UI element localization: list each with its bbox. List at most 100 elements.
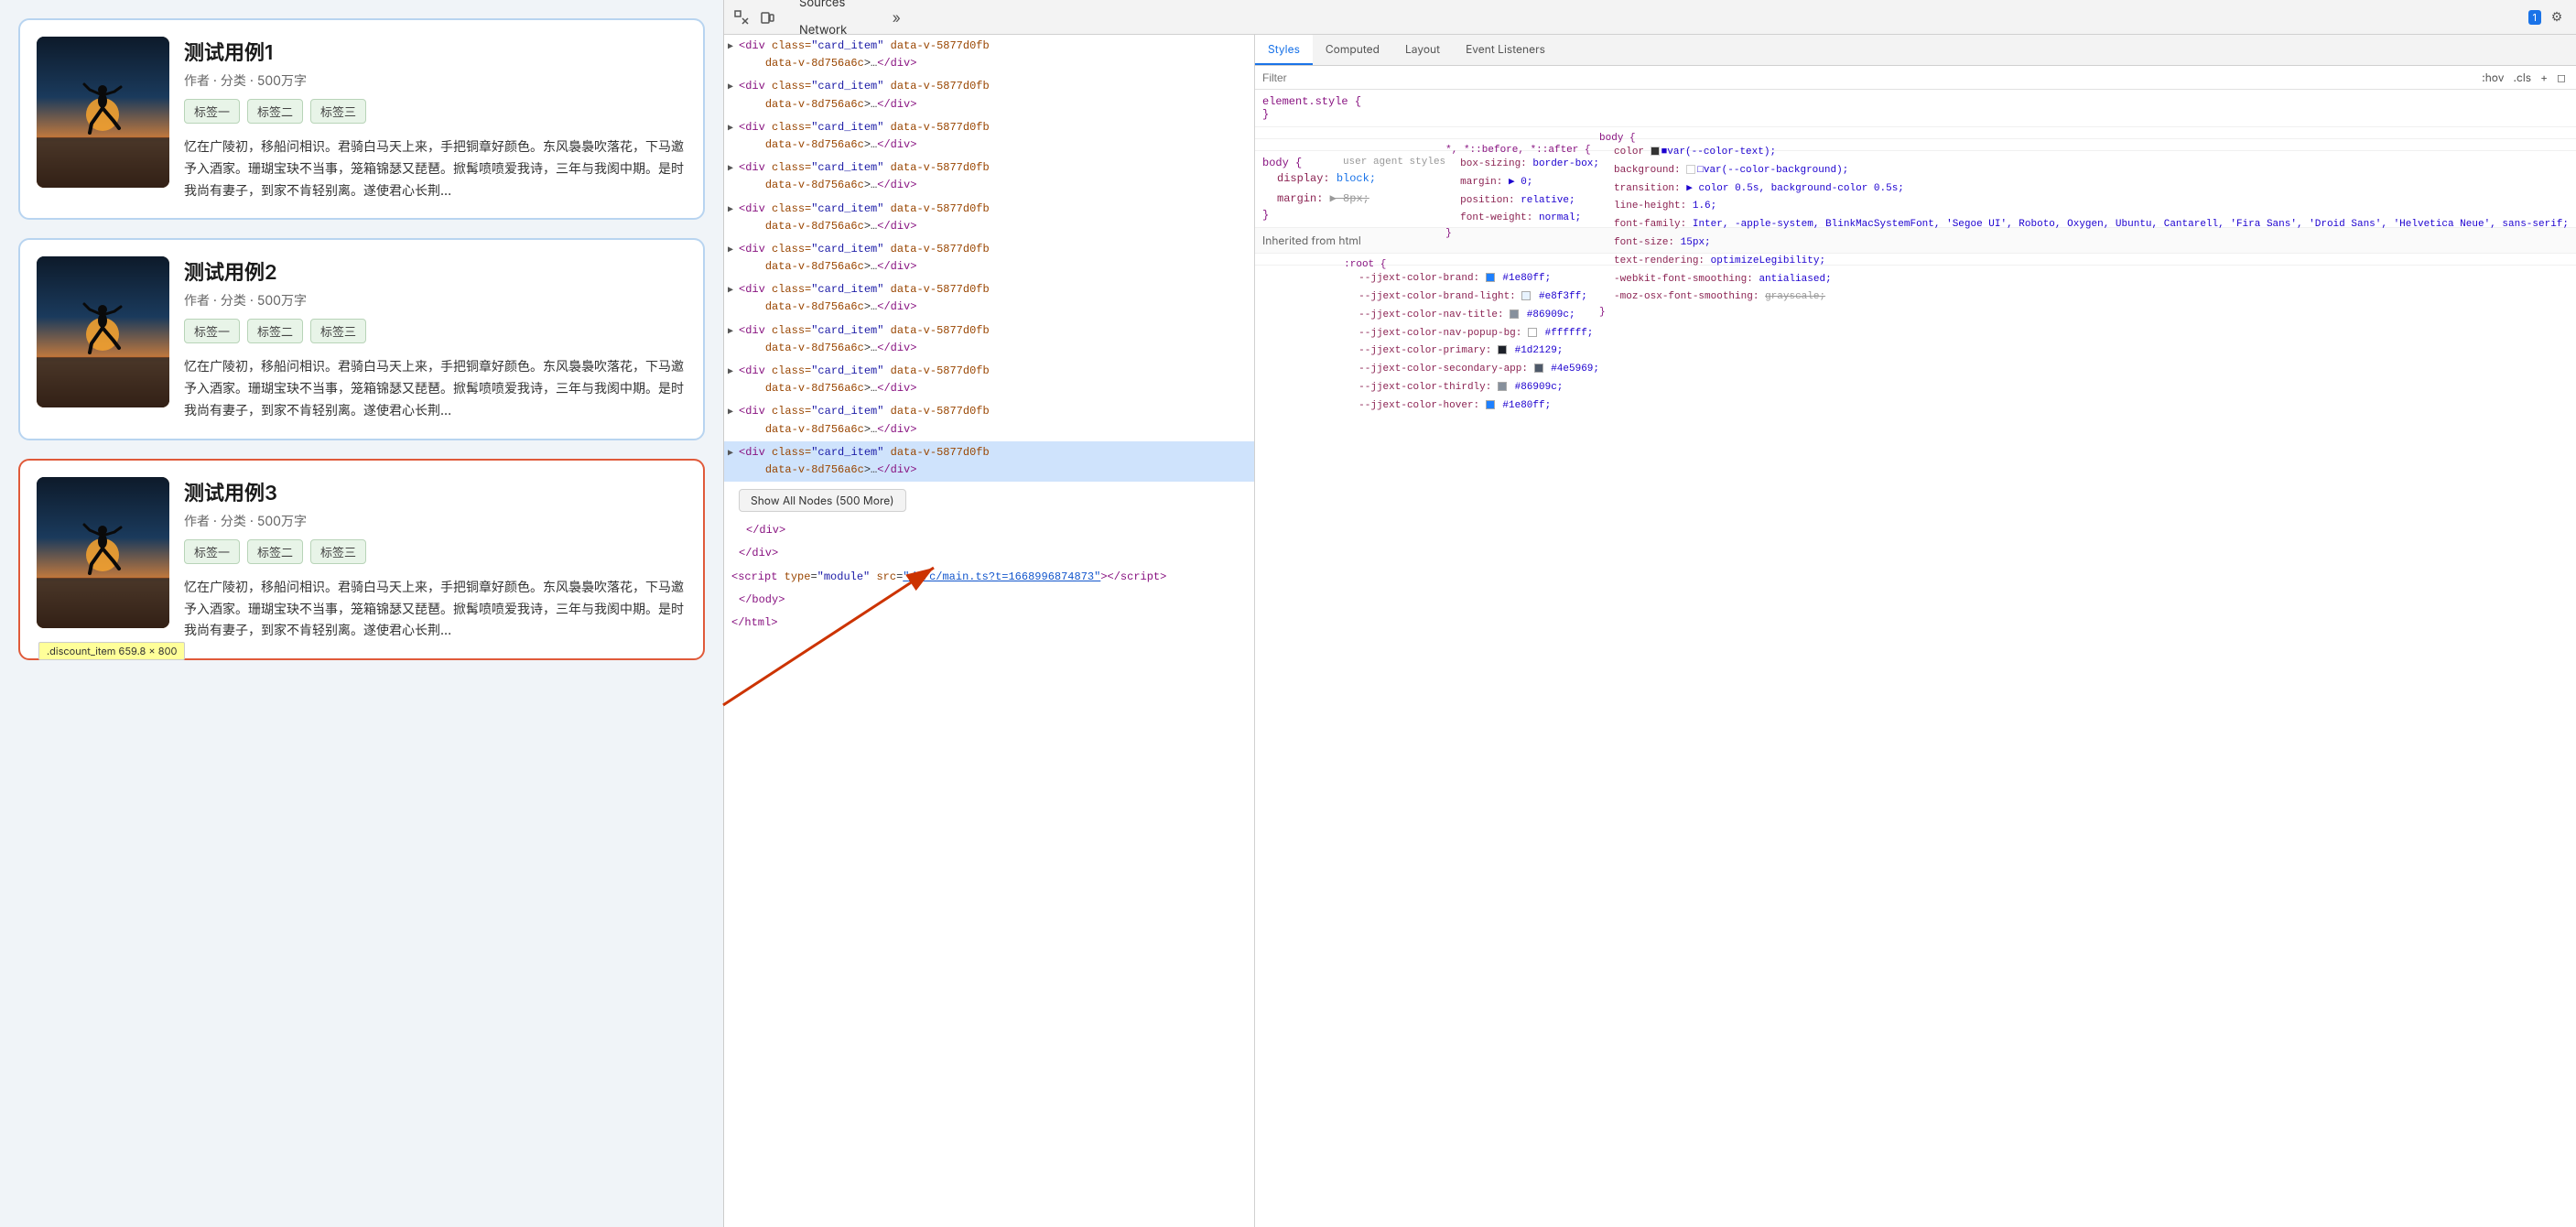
tag-item[interactable]: 标签一 <box>184 99 240 124</box>
root-prop-name[interactable]: --jjext-color-hover: <box>1358 400 1479 411</box>
style-prop-name[interactable]: position: <box>1460 195 1514 206</box>
style-prop-name[interactable]: -webkit-font-smoothing: <box>1614 274 1753 285</box>
root-prop-line: --jjext-color-secondary-app: #4e5969; <box>1344 361 1599 379</box>
dom-element-node[interactable]: ▶<div class="card_item" data-v-5877d0fb … <box>724 116 1254 157</box>
root-prop-name[interactable]: --jjext-color-thirdly: <box>1358 382 1491 393</box>
tag-item[interactable]: 标签二 <box>247 99 303 124</box>
style-prop-name[interactable]: margin: <box>1277 192 1323 205</box>
dom-plain-node: </html> <box>724 612 1254 635</box>
card-item-3[interactable]: 测试用例3作者 · 分类 · 500万字标签一标签二标签三忆在广陵初，移船问相识… <box>18 459 705 660</box>
root-prop-line: --jjext-color-primary: #1d2129; <box>1344 342 1599 361</box>
dom-element-node[interactable]: ▶<div class="card_item" data-v-5877d0fb … <box>724 75 1254 115</box>
card-tags-1: 标签一标签二标签三 <box>184 99 687 124</box>
tag-item[interactable]: 标签二 <box>247 539 303 564</box>
style-prop-line: background: □var(--color-background); <box>1599 162 2569 180</box>
style-selector[interactable]: *, *::before, *::after { <box>1445 145 1590 156</box>
dom-element-node[interactable]: ▶<div class="card_item" data-v-5877d0fb … <box>724 238 1254 278</box>
tag-item[interactable]: 标签一 <box>184 319 240 343</box>
card-desc-1: 忆在广陵初，移船问相识。君骑白马天上来，手把铜章好颜色。东风裊裊吹落花，下马邀予… <box>184 136 687 201</box>
dom-node-content: <div class="card_item" data-v-5877d0fb d… <box>739 324 990 354</box>
style-source: *, *::before, *::after { box-sizing: bor… <box>1445 145 1599 239</box>
style-prop-line: text-rendering: optimizeLegibility; <box>1599 253 2569 271</box>
style-prop-name[interactable]: background: <box>1614 165 1681 176</box>
dom-element-node[interactable]: ▶<div class="card_item" data-v-5877d0fb … <box>724 320 1254 360</box>
hov-button[interactable]: :hov <box>2479 70 2506 85</box>
style-prop-name[interactable]: margin: <box>1460 177 1502 188</box>
card-image-3 <box>37 477 169 628</box>
show-more-nodes-button[interactable]: Show All Nodes (500 More) <box>739 489 906 512</box>
card-title-2: 测试用例2 <box>184 256 687 286</box>
style-prop-name[interactable]: font-family: <box>1614 219 1686 230</box>
style-rule-block: element.style {} <box>1255 90 2576 127</box>
styles-sub-tab-event listeners[interactable]: Event Listeners <box>1453 35 1558 65</box>
dom-element-node[interactable]: ▶<div class="card_item" data-v-5877d0fb … <box>724 278 1254 319</box>
tag-item[interactable]: 标签三 <box>310 99 366 124</box>
styles-sub-tab-layout[interactable]: Layout <box>1392 35 1453 65</box>
card-content-1: 测试用例1作者 · 分类 · 500万字标签一标签二标签三忆在广陵初，移船问相识… <box>184 37 687 201</box>
tag-item[interactable]: 标签二 <box>247 319 303 343</box>
dom-node-content: <div class="card_item" data-v-5877d0fb d… <box>739 283 990 313</box>
styles-panel: StylesComputedLayoutEvent Listeners :hov… <box>1255 35 2576 1227</box>
styles-sub-tab-styles[interactable]: Styles <box>1255 35 1313 65</box>
more-tabs-button[interactable]: » <box>885 5 908 30</box>
tag-item[interactable]: 标签三 <box>310 539 366 564</box>
settings-icon[interactable]: ⚙ <box>2545 5 2569 29</box>
root-prop-name[interactable]: --jjext-color-nav-popup-bg: <box>1358 328 1521 339</box>
style-prop-name[interactable]: transition: <box>1614 183 1681 194</box>
style-prop-name[interactable]: box-sizing: <box>1460 158 1527 169</box>
styles-filter-input[interactable] <box>1262 71 2473 84</box>
dom-element-node[interactable]: ▶<div class="card_item" data-v-5877d0fb … <box>724 360 1254 400</box>
root-prop-line: --jjext-color-brand-light: #e8f3ff; <box>1344 288 1599 307</box>
root-prop-name[interactable]: --jjext-color-secondary-app: <box>1358 364 1528 375</box>
dom-node-content: <div class="card_item" data-v-5877d0fb d… <box>739 39 990 70</box>
app-panel: 测试用例1作者 · 分类 · 500万字标签一标签二标签三忆在广陵初，移船问相识… <box>0 0 723 1227</box>
tag-item[interactable]: 标签一 <box>184 539 240 564</box>
new-rule-button[interactable]: ◻ <box>2554 70 2569 85</box>
root-prop-name[interactable]: --jjext-color-primary: <box>1358 345 1491 356</box>
dom-element-node[interactable]: ▶<div class="card_item" data-v-5877d0fb … <box>724 400 1254 440</box>
card-item-1[interactable]: 测试用例1作者 · 分类 · 500万字标签一标签二标签三忆在广陵初，移船问相识… <box>18 18 705 220</box>
style-prop-line: transition: ▶ color 0.5s, background-col… <box>1599 180 2569 199</box>
card-content-2: 测试用例2作者 · 分类 · 500万字标签一标签二标签三忆在广陵初，移船问相识… <box>184 256 687 421</box>
dom-node-content: <div class="card_item" data-v-5877d0fb d… <box>739 121 990 151</box>
dom-element-node[interactable]: ▶<div class="card_item" data-v-5877d0fb … <box>724 35 1254 75</box>
device-toggle-icon[interactable] <box>757 7 777 27</box>
style-selector[interactable]: element.style { <box>1262 95 1361 108</box>
style-prop-line: line-height: 1.6; <box>1599 198 2569 216</box>
devtools-tab-sources[interactable]: Sources <box>786 0 885 17</box>
style-selector[interactable]: body { <box>1262 157 1302 169</box>
card-tooltip: .discount_item 659.8 × 800 <box>38 642 185 660</box>
dom-plain-node: </body> <box>724 589 1254 612</box>
devtools-icon-group <box>731 7 777 27</box>
card-meta-2: 作者 · 分类 · 500万字 <box>184 291 687 309</box>
root-prop-name[interactable]: --jjext-color-brand-light: <box>1358 291 1516 302</box>
styles-filter-actions: :hov .cls + ◻ <box>2479 70 2569 85</box>
style-prop-name[interactable]: -moz-osx-font-smoothing: <box>1614 291 1759 302</box>
style-prop-name[interactable]: color <box>1614 147 1644 157</box>
style-prop-name[interactable]: font-weight: <box>1460 212 1532 223</box>
dom-element-node[interactable]: ▶<div class="card_item" data-v-5877d0fb … <box>724 441 1254 482</box>
add-style-button[interactable]: + <box>2538 70 2550 85</box>
styles-sub-tab-computed[interactable]: Computed <box>1313 35 1392 65</box>
card-tags-2: 标签一标签二标签三 <box>184 319 687 343</box>
root-prop-name[interactable]: --jjext-color-nav-title: <box>1358 309 1503 320</box>
root-prop-name[interactable]: --jjext-color-brand: <box>1358 273 1479 284</box>
style-prop-name[interactable]: display: <box>1277 172 1330 185</box>
style-prop-name[interactable]: font-size: <box>1614 237 1674 248</box>
root-prop-line: --jjext-color-brand: #1e80ff; <box>1344 270 1599 288</box>
dom-element-node[interactable]: ▶<div class="card_item" data-v-5877d0fb … <box>724 157 1254 197</box>
cls-button[interactable]: .cls <box>2511 70 2535 85</box>
dom-element-node[interactable]: ▶<div class="card_item" data-v-5877d0fb … <box>724 198 1254 238</box>
inspect-element-icon[interactable] <box>731 7 752 27</box>
tag-item[interactable]: 标签三 <box>310 319 366 343</box>
style-selector[interactable]: body { <box>1599 133 1636 144</box>
devtools-tab-bar: ElementsConsoleSourcesNetworkPerformance… <box>724 0 2576 35</box>
card-item-2[interactable]: 测试用例2作者 · 分类 · 500万字标签一标签二标签三忆在广陵初，移船问相识… <box>18 238 705 440</box>
root-prop-line: --jjext-color-nav-title: #86909c; <box>1344 307 1599 325</box>
devtools-action-buttons: 1 ⚙ <box>2528 5 2569 29</box>
style-prop-line: -moz-osx-font-smoothing: grayscale; <box>1599 288 2569 307</box>
style-prop-line: font-family: Inter, -apple-system, Blink… <box>1599 216 2569 234</box>
style-prop-name[interactable]: line-height: <box>1614 201 1686 212</box>
style-prop-name[interactable]: text-rendering: <box>1614 255 1705 266</box>
style-source: body { color ■var(--color-text); backgro… <box>1599 133 2569 318</box>
